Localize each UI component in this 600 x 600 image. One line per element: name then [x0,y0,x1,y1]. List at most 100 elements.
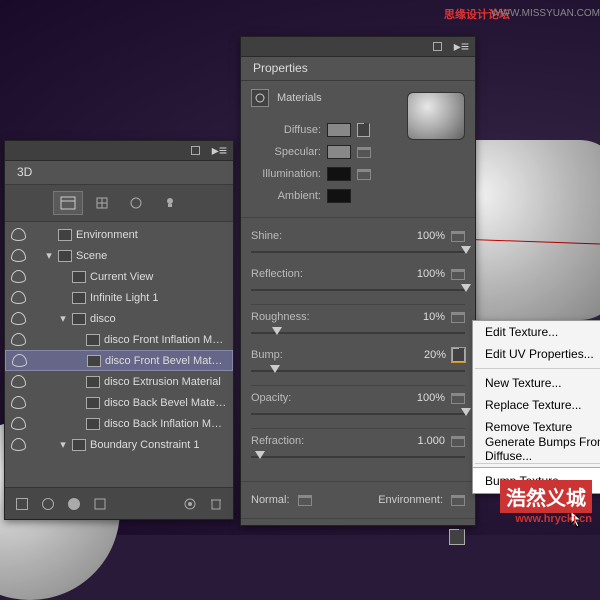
toolbar-icon-4[interactable] [89,494,111,514]
filter-meshes-button[interactable] [87,191,117,215]
tree-row-1[interactable]: ▾ Scene [5,245,233,266]
panel-props-header[interactable]: ▸≡ [241,37,475,57]
ctx-item-0[interactable]: Edit Texture... [473,321,600,343]
visibility-icon[interactable] [11,396,26,409]
panel-props-title: Properties [241,57,475,81]
refraction-label: Refraction: [251,435,304,447]
ctx-item-3[interactable]: New Texture... [473,372,600,394]
tree-row-4[interactable]: ▾ disco [5,308,233,329]
watermark-top-url: WWW.MISSYUAN.COM [491,8,600,19]
diffuse-swatch[interactable] [327,123,351,137]
visibility-icon[interactable] [11,312,26,325]
mat-icon [86,334,100,346]
ambient-swatch[interactable] [327,189,351,203]
render-button[interactable] [179,494,201,514]
bump-label: Bump: [251,349,283,361]
panel-3d-header[interactable]: ▸≡ [5,141,233,161]
bump-context-menu: Edit Texture...Edit UV Properties... New … [472,320,600,494]
opacity-texture-icon[interactable] [451,393,465,404]
slider-shine: Shine: 100% [251,228,465,258]
filter-lights-button[interactable] [155,191,185,215]
bump-slider[interactable] [251,365,465,377]
disclosure-icon[interactable]: ▾ [58,438,68,451]
tree-row-7[interactable]: disco Extrusion Material [5,371,233,392]
illumination-swatch[interactable] [327,167,351,181]
visibility-icon[interactable] [11,249,26,262]
reflection-slider[interactable] [251,284,465,296]
tree-row-5[interactable]: disco Front Inflation Mat... [5,329,233,350]
ctx-item-1[interactable]: Edit UV Properties... [473,343,600,365]
disclosure-icon[interactable]: ▾ [58,312,68,325]
specular-swatch[interactable] [327,145,351,159]
material-preview[interactable] [407,92,465,140]
visibility-icon[interactable] [11,438,26,451]
slider-refraction: Refraction: 1.000 [251,433,465,463]
specular-label: Specular: [251,146,321,158]
bump-texture-icon[interactable] [452,348,465,362]
shine-value[interactable]: 100% [403,230,445,242]
shine-slider[interactable] [251,246,465,258]
opacity-slider[interactable] [251,408,465,420]
roughness-label: Roughness: [251,311,310,323]
tree-row-10[interactable]: ▾ Boundary Constraint 1 [5,434,233,455]
environment-texture-icon[interactable] [451,495,465,506]
tree-item-label: Current View [90,271,227,283]
toolbar-icon-1[interactable] [11,494,33,514]
ctx-item-6[interactable]: Generate Bumps From Diffuse... [473,438,600,460]
roughness-slider[interactable] [251,327,465,339]
reflection-texture-icon[interactable] [451,269,465,280]
refraction-value[interactable]: 1.000 [403,435,445,447]
diffuse-label: Diffuse: [251,124,321,136]
reflection-value[interactable]: 100% [403,268,445,280]
scene-tree[interactable]: Environment ▾ Scene Current View Infinit… [5,222,233,457]
slider-bump: Bump: 20% [251,347,465,377]
panel-3d-bottom-bar [5,487,233,519]
tree-row-3[interactable]: Infinite Light 1 [5,287,233,308]
delete-button[interactable] [205,494,227,514]
materials-label: Materials [277,92,322,104]
disclosure-icon[interactable]: ▾ [44,249,54,262]
normal-label: Normal: [251,494,290,506]
opacity-value[interactable]: 100% [403,392,445,404]
filter-materials-button[interactable] [121,191,151,215]
tree-row-2[interactable]: Current View [5,266,233,287]
panel-menu-icon[interactable]: ▸≡ [454,38,469,55]
tree-row-9[interactable]: disco Back Inflation Mate... [5,413,233,434]
collapse-icon[interactable] [191,146,200,155]
illumination-texture-icon[interactable] [357,169,371,180]
bump-value[interactable]: 20% [404,349,446,361]
roughness-value[interactable]: 10% [403,311,445,323]
tree-row-0[interactable]: Environment [5,224,233,245]
ctx-item-4[interactable]: Replace Texture... [473,394,600,416]
mat-icon [86,418,100,430]
opacity-label: Opacity: [251,392,291,404]
tree-item-label: disco [90,313,227,325]
specular-texture-icon[interactable] [357,147,371,158]
visibility-icon[interactable] [11,270,26,283]
visibility-icon[interactable] [12,354,27,367]
slider-reflection: Reflection: 100% [251,266,465,296]
tree-item-label: disco Back Bevel Material [104,397,227,409]
env-icon [58,229,72,241]
visibility-icon[interactable] [11,375,26,388]
visibility-icon[interactable] [11,417,26,430]
visibility-icon[interactable] [11,291,26,304]
toolbar-icon-2[interactable] [37,494,59,514]
visibility-icon[interactable] [11,228,26,241]
toolbar-icon-3[interactable] [63,494,85,514]
tree-row-8[interactable]: disco Back Bevel Material [5,392,233,413]
filter-scene-button[interactable] [53,191,83,215]
diffuse-texture-icon[interactable] [357,123,370,137]
tree-item-label: disco Front Bevel Material [105,355,226,367]
refraction-slider[interactable] [251,451,465,463]
shine-texture-icon[interactable] [451,231,465,242]
roughness-texture-icon[interactable] [451,312,465,323]
normal-texture-icon[interactable] [298,495,312,506]
collapse-icon[interactable] [433,42,442,51]
panel-menu-icon[interactable]: ▸≡ [212,142,227,159]
visibility-icon[interactable] [11,333,26,346]
refraction-texture-icon[interactable] [451,436,465,447]
light-icon [72,292,86,304]
tree-row-6[interactable]: disco Front Bevel Material [5,350,233,371]
options-icon[interactable] [449,529,465,545]
